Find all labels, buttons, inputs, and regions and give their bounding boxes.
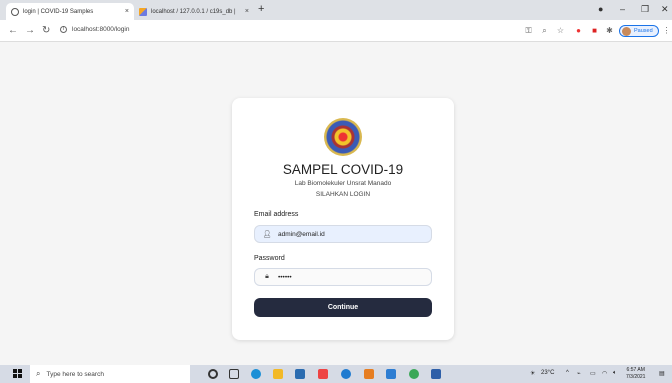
- close-window-button[interactable]: ✕: [661, 4, 669, 15]
- search-placeholder: Type here to search: [46, 370, 104, 378]
- app-orange-icon[interactable]: [364, 369, 374, 379]
- tab-close-icon[interactable]: ×: [245, 8, 249, 15]
- notifications-icon[interactable]: ▤: [659, 370, 665, 377]
- lab-subtitle: Lab Biomolekuler Unsrat Manado: [294, 180, 392, 187]
- password-value: ••••••: [278, 273, 292, 281]
- mail-icon[interactable]: [295, 369, 305, 379]
- extension-bag-icon[interactable]: ■: [590, 26, 599, 35]
- tab-title: localhost / 127.0.0.1 / c19s_db |: [151, 8, 236, 15]
- windows-start-icon[interactable]: [13, 369, 22, 378]
- tab-title: login | COVID-19 Samples: [23, 8, 94, 15]
- url-field[interactable]: i localhost:8000/login: [60, 26, 129, 33]
- email-label: Email address: [254, 211, 299, 218]
- maximize-button[interactable]: ❐: [641, 4, 649, 15]
- cortana-icon[interactable]: [208, 369, 218, 379]
- wifi-icon[interactable]: ◠: [602, 370, 607, 377]
- back-arrow-icon[interactable]: ←: [8, 25, 18, 36]
- minimize-button[interactable]: –: [620, 4, 625, 14]
- login-heading: SILAHKAN LOGIN: [315, 191, 371, 198]
- taskbar-search-input[interactable]: ⌕ Type here to search: [30, 365, 190, 383]
- volume-icon[interactable]: 🔈︎: [613, 370, 617, 377]
- page-title: SAMPEL COVID-19: [282, 162, 404, 177]
- phpmyadmin-icon: [139, 7, 147, 16]
- profile-paused-button[interactable]: Paused: [619, 25, 659, 37]
- bookmark-star-icon[interactable]: ☆: [556, 26, 565, 35]
- taskbar-clock[interactable]: 6:57 AM 7/3/2021: [626, 367, 645, 381]
- file-explorer-icon[interactable]: [273, 369, 283, 379]
- continue-button[interactable]: Continue: [254, 298, 432, 317]
- reload-icon[interactable]: ↻: [42, 25, 50, 36]
- clock-time: 6:57 AM: [626, 367, 645, 373]
- lock-icon: 🔒︎: [265, 273, 269, 280]
- password-field[interactable]: 🔒︎ ••••••: [254, 268, 432, 286]
- browser-tab-strip: login | COVID-19 Samples × localhost / 1…: [0, 0, 672, 20]
- globe-icon: [11, 7, 19, 16]
- windows-taskbar: ⌕ Type here to search ☀︎ 23°C ^ ⌁ ▭ ◠ 🔈︎…: [0, 365, 672, 383]
- extensions-puzzle-icon[interactable]: ✱: [605, 26, 614, 35]
- profile-status: Paused: [634, 28, 653, 34]
- new-tab-button[interactable]: +: [258, 3, 264, 15]
- edge-icon[interactable]: [251, 369, 261, 379]
- avatar: [622, 27, 631, 36]
- address-bar-row: ← → ↻ i localhost:8000/login ⚿ ⌕ ☆ ● ■ ✱…: [0, 20, 672, 42]
- weather-temp[interactable]: 23°C: [541, 370, 554, 376]
- key-icon[interactable]: ⚿: [524, 26, 533, 35]
- network-icon[interactable]: ⌁: [577, 370, 581, 377]
- app-window-icon[interactable]: [431, 369, 441, 379]
- vscode-icon[interactable]: [386, 369, 396, 379]
- email-value: admin@email.id: [278, 230, 325, 238]
- tab-close-icon[interactable]: ×: [125, 8, 129, 15]
- zoom-icon[interactable]: ⌕: [540, 26, 549, 35]
- login-card: SAMPEL COVID-19 Lab Biomolekuler Unsrat …: [232, 98, 454, 340]
- tab-phpmyadmin[interactable]: localhost / 127.0.0.1 / c19s_db | ×: [134, 3, 254, 20]
- menu-kebab-icon[interactable]: ⋮: [662, 26, 671, 35]
- url-text: localhost:8000/login: [72, 26, 130, 33]
- tab-login[interactable]: login | COVID-19 Samples ×: [6, 3, 134, 20]
- clock-date: 7/3/2021: [626, 374, 646, 380]
- site-info-icon[interactable]: i: [60, 26, 67, 33]
- user-icon: 👤︎: [262, 231, 272, 238]
- chrome-icon[interactable]: [409, 369, 419, 379]
- task-view-icon[interactable]: [229, 369, 239, 379]
- search-icon: ⌕: [36, 369, 41, 378]
- weather-icon[interactable]: ☀︎: [530, 370, 535, 377]
- store-icon[interactable]: [318, 369, 328, 379]
- password-label: Password: [254, 255, 285, 262]
- extension-red-icon[interactable]: ●: [574, 26, 583, 35]
- app-blue-icon[interactable]: [341, 369, 351, 379]
- forward-arrow-icon[interactable]: →: [25, 25, 35, 36]
- tray-up-arrow-icon[interactable]: ^: [566, 370, 569, 376]
- unsrat-logo: [324, 118, 362, 156]
- battery-icon[interactable]: ▭: [590, 370, 596, 377]
- profile-dot-icon[interactable]: ●: [598, 4, 603, 14]
- email-field[interactable]: 👤︎ admin@email.id: [254, 225, 432, 243]
